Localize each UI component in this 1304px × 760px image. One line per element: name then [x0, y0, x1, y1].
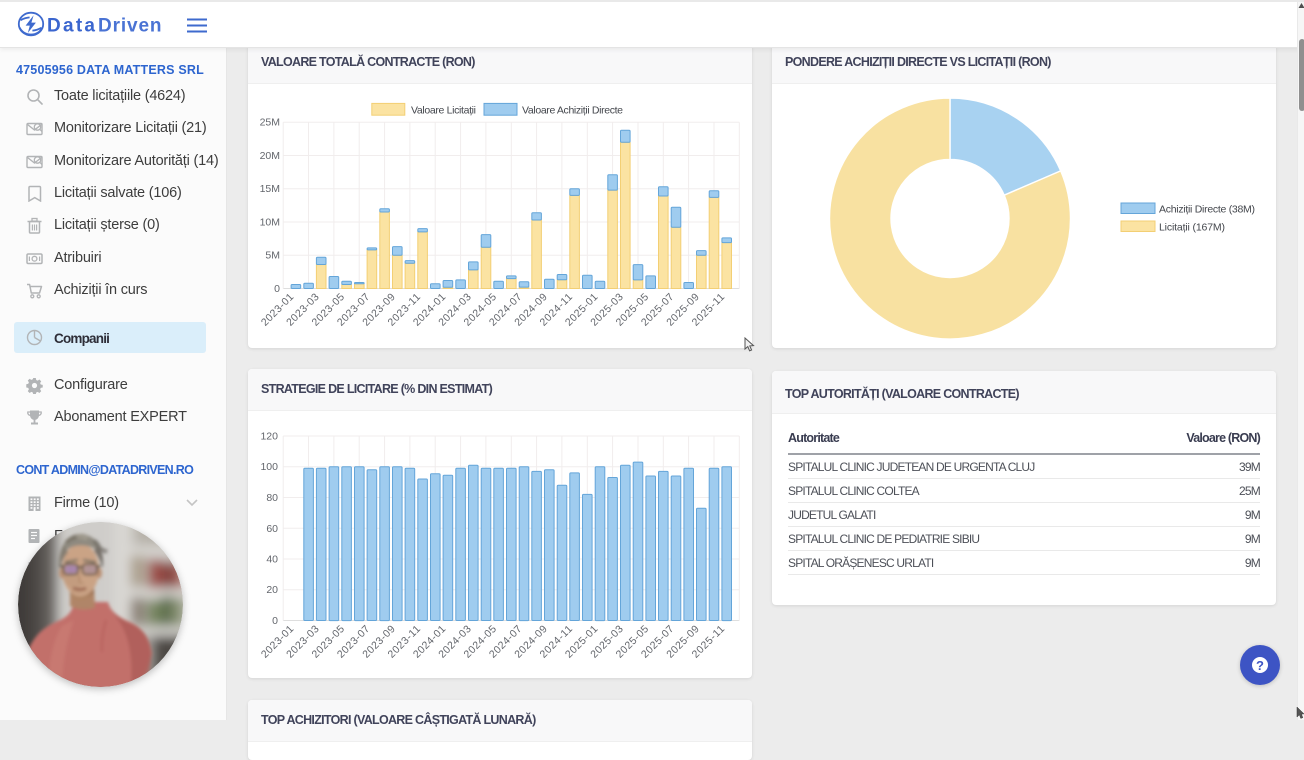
svg-text:120: 120 [260, 431, 278, 443]
svg-text:0: 0 [274, 283, 280, 295]
svg-text:20: 20 [266, 584, 278, 596]
svg-text:15M: 15M [260, 183, 280, 195]
svg-text:Valoare Achiziții Directe: Valoare Achiziții Directe [522, 105, 623, 117]
svg-text:25M: 25M [260, 117, 280, 129]
svg-text:Data: Data [47, 16, 96, 37]
svg-text:20M: 20M [260, 150, 280, 162]
svg-text:5M: 5M [265, 250, 280, 262]
svg-text:Valoare Licitații: Valoare Licitații [411, 105, 476, 117]
svg-text:60: 60 [266, 523, 278, 535]
svg-text:80: 80 [266, 492, 278, 504]
svg-text:Driven: Driven [98, 16, 162, 37]
svg-text:0: 0 [272, 615, 278, 627]
svg-text:Achiziții Directe (38M): Achiziții Directe (38M) [1159, 204, 1255, 216]
svg-text:100: 100 [260, 461, 278, 473]
svg-text:40: 40 [266, 554, 278, 566]
svg-text:10M: 10M [260, 217, 280, 229]
svg-text:Licitații (167M): Licitații (167M) [1159, 222, 1225, 234]
